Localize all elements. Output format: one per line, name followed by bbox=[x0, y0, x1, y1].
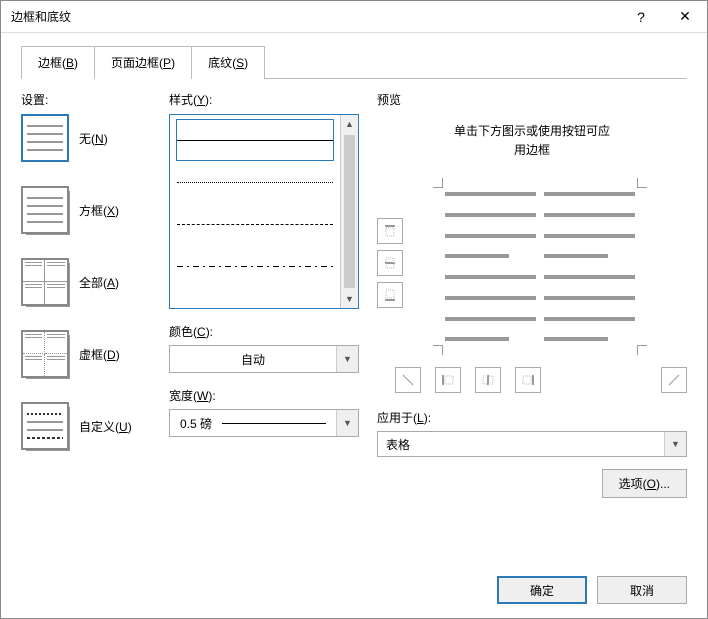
setting-all-label: 全部(A) bbox=[79, 274, 119, 291]
style-scrollbar[interactable]: ▲ ▼ bbox=[340, 115, 358, 308]
options-button[interactable]: 选项(O)... bbox=[602, 469, 687, 498]
setting-grid-label: 虚框(D) bbox=[79, 346, 120, 363]
chevron-down-icon[interactable]: ▼ bbox=[664, 432, 686, 456]
tab-borders[interactable]: 边框(B) bbox=[21, 46, 95, 79]
ok-button[interactable]: 确定 bbox=[497, 576, 587, 604]
tab-bar: 边框(B) 页面边框(P) 底纹(S) bbox=[21, 45, 687, 79]
scroll-down-icon[interactable]: ▼ bbox=[341, 290, 358, 308]
setting-none-label: 无(N) bbox=[79, 130, 108, 147]
setting-custom-label: 自定义(U) bbox=[79, 418, 132, 435]
border-left-button[interactable] bbox=[435, 367, 461, 393]
width-value: 0.5 磅 bbox=[170, 415, 336, 432]
setting-box[interactable]: 方框(X) bbox=[21, 186, 151, 234]
setting-custom-icon bbox=[21, 402, 69, 450]
width-label: 宽度(W): bbox=[169, 387, 359, 404]
color-combo[interactable]: 自动 ▼ bbox=[169, 345, 359, 373]
style-option-dashed[interactable] bbox=[176, 203, 334, 245]
border-diag-up-button[interactable] bbox=[661, 367, 687, 393]
settings-label: 设置: bbox=[21, 91, 151, 108]
style-label: 样式(Y): bbox=[169, 91, 359, 108]
width-combo[interactable]: 0.5 磅 ▼ bbox=[169, 409, 359, 437]
setting-all-icon bbox=[21, 258, 69, 306]
setting-none-icon bbox=[21, 114, 69, 162]
border-diag-down-button[interactable] bbox=[395, 367, 421, 393]
preview-hint: 单击下方图示或使用按钮可应用边框 bbox=[377, 122, 687, 160]
dialog-footer: 确定 取消 bbox=[1, 562, 707, 618]
dialog-title: 边框和底纹 bbox=[11, 8, 619, 25]
preview-diagram bbox=[377, 178, 687, 393]
preview-canvas[interactable] bbox=[433, 178, 647, 355]
scroll-thumb[interactable] bbox=[344, 135, 355, 288]
border-top-button[interactable] bbox=[377, 218, 403, 244]
setting-box-icon bbox=[21, 186, 69, 234]
tab-page-borders[interactable]: 页面边框(P) bbox=[94, 46, 192, 79]
style-option-dashdot[interactable] bbox=[176, 245, 334, 287]
border-hmid-button[interactable] bbox=[377, 250, 403, 276]
color-value: 自动 bbox=[170, 351, 336, 368]
setting-box-label: 方框(X) bbox=[79, 202, 119, 219]
border-bottom-button[interactable] bbox=[377, 282, 403, 308]
style-listbox[interactable]: ▲ ▼ bbox=[169, 114, 359, 309]
scroll-up-icon[interactable]: ▲ bbox=[341, 115, 358, 133]
apply-to-combo[interactable]: 表格 ▼ bbox=[377, 431, 687, 457]
setting-custom[interactable]: 自定义(U) bbox=[21, 402, 151, 450]
help-button[interactable]: ? bbox=[619, 1, 663, 33]
color-label: 颜色(C): bbox=[169, 323, 359, 340]
apply-to-label: 应用于(L): bbox=[377, 409, 687, 426]
border-right-button[interactable] bbox=[515, 367, 541, 393]
titlebar: 边框和底纹 ? ✕ bbox=[1, 1, 707, 33]
setting-none[interactable]: 无(N) bbox=[21, 114, 151, 162]
cancel-button[interactable]: 取消 bbox=[597, 576, 687, 604]
setting-all[interactable]: 全部(A) bbox=[21, 258, 151, 306]
tab-shading[interactable]: 底纹(S) bbox=[191, 46, 265, 79]
preview-label: 预览 bbox=[377, 91, 687, 108]
setting-grid[interactable]: 虚框(D) bbox=[21, 330, 151, 378]
style-option-dotted[interactable] bbox=[176, 161, 334, 203]
border-vmid-button[interactable] bbox=[475, 367, 501, 393]
apply-to-value: 表格 bbox=[378, 436, 664, 453]
close-button[interactable]: ✕ bbox=[663, 1, 707, 33]
chevron-down-icon[interactable]: ▼ bbox=[336, 410, 358, 436]
setting-grid-icon bbox=[21, 330, 69, 378]
style-option-solid[interactable] bbox=[176, 119, 334, 161]
chevron-down-icon[interactable]: ▼ bbox=[336, 346, 358, 372]
